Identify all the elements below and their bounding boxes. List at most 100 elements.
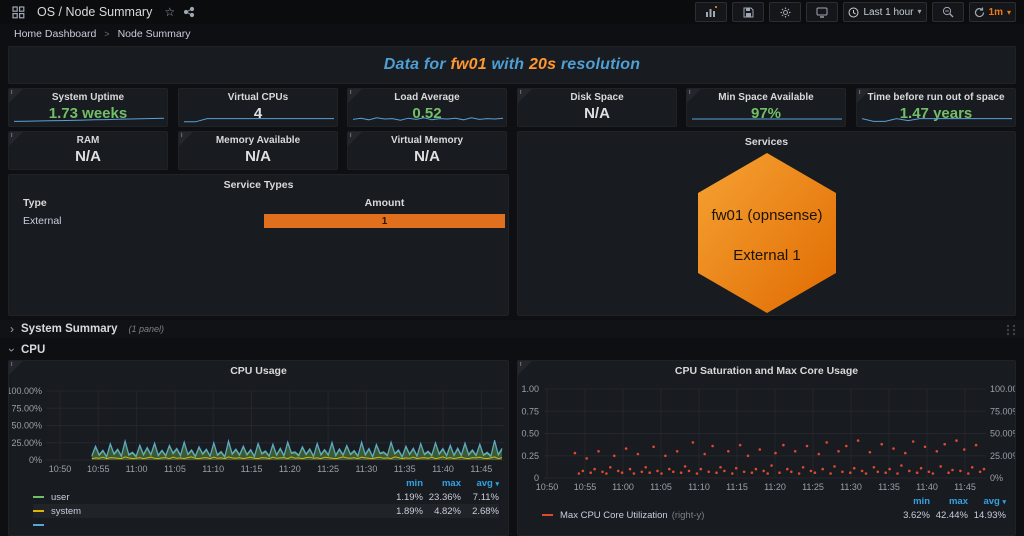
svg-text:11:00: 11:00	[126, 464, 148, 474]
legend-row-system: system 1.89% 4.82% 2.68%	[33, 504, 499, 518]
hexagon-node-label: fw01 (opnsense)	[697, 207, 837, 224]
stat-title[interactable]: Min Space Available	[687, 89, 845, 103]
row-system-summary[interactable]: › System Summary (1 panel)	[0, 320, 1024, 338]
share-icon[interactable]	[183, 6, 195, 18]
refresh-interval-label: 1m	[989, 7, 1003, 18]
breadcrumb: Home Dashboard > Node Summary	[14, 24, 191, 44]
cpu-saturation-panel: i CPU Saturation and Max Core Usage 1.00…	[517, 360, 1016, 536]
stat-title[interactable]: Virtual Memory	[348, 132, 506, 146]
apps-grid-icon[interactable]	[12, 6, 25, 19]
svg-text:11:25: 11:25	[317, 464, 339, 474]
panel-title[interactable]: Services	[518, 132, 1015, 148]
dashboard-settings-button[interactable]	[769, 2, 801, 22]
svg-text:75.00%: 75.00%	[990, 406, 1016, 416]
legend-sort-avg[interactable]: avg ▾	[461, 478, 499, 489]
svg-text:100.00%: 100.00%	[9, 386, 42, 396]
svg-text:10:50: 10:50	[536, 482, 559, 492]
sparkline	[862, 114, 1012, 124]
stat-panel-system-uptime: i System Uptime 1.73 weeks	[8, 88, 168, 127]
legend-header-row: min max avg ▾	[33, 477, 499, 490]
series-avg: 14.93%	[968, 510, 1006, 521]
stat-value: N/A	[348, 148, 506, 165]
series-swatch	[33, 510, 44, 512]
svg-text:11:15: 11:15	[241, 464, 263, 474]
svg-text:11:10: 11:10	[202, 464, 224, 474]
time-range-picker[interactable]: Last 1 hour ▾	[843, 2, 926, 22]
stat-title[interactable]: Memory Available	[179, 132, 337, 146]
star-icon[interactable]: ☆	[164, 6, 175, 18]
row-cpu[interactable]: › CPU	[0, 342, 1024, 358]
chevron-down-icon: ▾	[918, 8, 922, 16]
stat-value: N/A	[179, 148, 337, 165]
service-types-panel: Service Types Type Amount External 1	[8, 174, 509, 316]
svg-text:10:55: 10:55	[87, 464, 110, 474]
svg-text:10:50: 10:50	[49, 464, 72, 474]
row-label: System Summary	[21, 323, 118, 335]
legend-sort-max[interactable]: max	[930, 496, 968, 507]
legend-sort-min[interactable]: min	[892, 496, 930, 507]
svg-text:10:55: 10:55	[574, 482, 597, 492]
stat-value: N/A	[9, 148, 167, 165]
legend-sort-max[interactable]: max	[423, 478, 461, 489]
series-min: 3.62%	[892, 510, 930, 521]
refresh-button[interactable]: 1m ▾	[969, 2, 1016, 22]
chevron-down-icon: ›	[6, 348, 18, 352]
sparkline	[184, 114, 334, 124]
series-label[interactable]: system	[51, 506, 81, 517]
stat-title[interactable]: Disk Space	[518, 89, 676, 103]
time-range-label: Last 1 hour	[863, 7, 913, 18]
banner-segment: resolution	[556, 56, 640, 74]
stat-title[interactable]: Virtual CPUs	[179, 89, 337, 103]
drag-handle-icon[interactable]	[1004, 323, 1018, 337]
column-header-amount[interactable]: Amount	[264, 197, 505, 209]
stat-panel-min-space-available: i Min Space Available 97%	[686, 88, 846, 127]
svg-text:0%: 0%	[29, 455, 42, 465]
legend-row-max-cpu-core: Max CPU Core Utilization (right-y) 3.62%…	[542, 508, 1006, 522]
column-header-type[interactable]: Type	[23, 197, 47, 209]
cpu-saturation-legend: min max avg ▾ Max CPU Core Utilization (…	[542, 495, 1006, 522]
table-row: External 1	[9, 213, 508, 229]
tv-kiosk-button[interactable]	[806, 2, 838, 22]
service-hexagon[interactable]: fw01 (opnsense) External 1	[697, 152, 837, 314]
series-min: 1.89%	[385, 506, 423, 517]
sparkline	[353, 114, 503, 124]
save-dashboard-button[interactable]	[732, 2, 764, 22]
series-max: 4.82%	[423, 506, 461, 517]
zoom-out-button[interactable]	[932, 2, 964, 22]
stat-panel-time-before-out-of-space: i Time before run out of space 1.47 year…	[856, 88, 1016, 127]
add-panel-button[interactable]	[695, 2, 727, 22]
stat-title[interactable]: Load Average	[348, 89, 506, 103]
series-avg: 2.68%	[461, 506, 499, 517]
chevron-right-icon: ›	[10, 323, 14, 335]
legend-sort-avg[interactable]: avg ▾	[968, 496, 1006, 507]
svg-text:11:05: 11:05	[164, 464, 186, 474]
stat-title[interactable]: Time before run out of space	[857, 89, 1015, 103]
sparkline	[692, 114, 842, 124]
series-label[interactable]: Max CPU Core Utilization	[560, 510, 668, 521]
row-panel-count: (1 panel)	[129, 324, 165, 334]
series-axis-suffix: (right-y)	[672, 510, 705, 521]
series-max: 23.36%	[423, 492, 461, 503]
svg-text:11:35: 11:35	[878, 482, 900, 492]
banner-segment: with	[487, 56, 529, 74]
hexagon-service-label: External 1	[697, 247, 837, 264]
svg-text:11:30: 11:30	[355, 464, 377, 474]
svg-text:11:45: 11:45	[954, 482, 976, 492]
svg-text:0.50: 0.50	[521, 429, 539, 439]
breadcrumb-node-summary[interactable]: Node Summary	[118, 28, 191, 40]
svg-text:25.00%: 25.00%	[990, 451, 1016, 461]
breadcrumb-home-dashboard[interactable]: Home Dashboard	[14, 28, 96, 40]
banner-segment: Data for	[384, 56, 451, 74]
stat-title[interactable]: RAM	[9, 132, 167, 146]
stat-title[interactable]: System Uptime	[9, 89, 167, 103]
panel-title[interactable]: Service Types	[9, 175, 508, 191]
hexagon-shape	[697, 152, 837, 314]
legend-sort-min[interactable]: min	[385, 478, 423, 489]
chevron-down-icon: ▾	[1007, 8, 1011, 17]
series-label[interactable]: user	[51, 492, 69, 503]
svg-text:11:35: 11:35	[394, 464, 416, 474]
stat-panel-load-average: i Load Average 0.52	[347, 88, 507, 127]
svg-text:100.00%: 100.00%	[990, 384, 1016, 394]
cpu-usage-legend: min max avg ▾ user 1.19% 23.36% 7.11% sy…	[33, 477, 499, 532]
svg-text:11:25: 11:25	[802, 482, 824, 492]
